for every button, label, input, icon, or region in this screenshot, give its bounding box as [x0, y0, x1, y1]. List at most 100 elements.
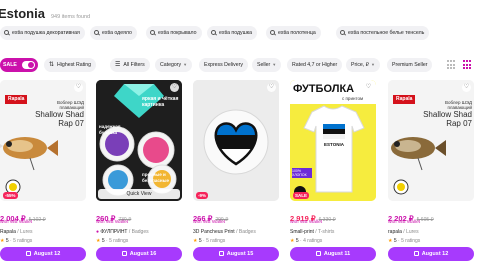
wallet-note: with WB Wallet — [193, 220, 226, 225]
lure-title: Shallow Shad Rap 07 — [35, 110, 84, 128]
cart-icon — [218, 250, 224, 256]
results-header: Estonia 949 items found — [0, 6, 90, 22]
suggestion-chip[interactable]: estia одеяло — [90, 26, 137, 40]
product-image[interactable]: ♡ -9% — [193, 80, 279, 201]
favorite-heart-icon[interactable]: ♡ — [364, 83, 373, 92]
heart-badge-image — [193, 80, 279, 201]
product-brand[interactable]: ФУЛПРИНТ — [100, 229, 127, 235]
product-image[interactable]: яркая и чёткая картинка надежная булавка… — [96, 80, 182, 201]
sale-toggle[interactable]: SALE — [0, 58, 38, 72]
delivery-date-button[interactable]: August 11 — [290, 247, 376, 261]
rating-filter[interactable]: Rated 4,7 or Higher — [287, 58, 343, 72]
product-brand[interactable]: Small-print — [290, 229, 314, 235]
suggestion-chip[interactable]: estia подушка — [207, 26, 258, 40]
tshirt-print-text: ESTONIA — [324, 142, 344, 147]
all-filters-button[interactable]: ☰ All Filters — [110, 58, 150, 72]
badge-feature-2: надежная булавка — [99, 124, 121, 135]
discount-badge: -55% — [3, 192, 18, 199]
badge-feature-1: яркая и чёткая картинка — [142, 96, 179, 108]
filter-bar: SALE ⇅ Highest Rating ☰ All Filters Catego… — [0, 58, 480, 72]
delivery-date-button[interactable]: August 12 — [388, 247, 474, 261]
search-icon — [211, 29, 216, 35]
lure-title: Shallow Shad Rap 07 — [423, 110, 472, 128]
search-icon — [340, 29, 345, 35]
badge-feature-3: прочные и безопасные — [142, 172, 169, 183]
lure-subtitle: Воблер ШЭД плавающий — [444, 100, 472, 110]
product-name[interactable]: Badges — [239, 229, 256, 235]
sale-switch[interactable] — [22, 61, 35, 69]
star-icon: ★ — [96, 238, 101, 244]
wallet-note: with WB Wallet — [388, 220, 421, 225]
verified-icon: ● — [96, 229, 100, 235]
rating-value: 5 — [5, 238, 9, 244]
rating-value: 5 — [393, 238, 397, 244]
sort-dropdown[interactable]: ⇅ Highest Rating — [44, 58, 97, 72]
sort-icon: ⇅ — [49, 62, 55, 68]
favorite-heart-icon[interactable]: ♡ — [170, 83, 179, 92]
rating-count: 5 ratings — [13, 238, 33, 244]
product-brand[interactable]: rapala — [388, 229, 402, 235]
category-filter[interactable]: Category ▼ — [155, 58, 193, 72]
suggestion-chip[interactable]: estia покрывало — [146, 26, 202, 40]
rating-count: 5 ratings — [206, 238, 226, 244]
rating-value: 5 — [101, 238, 105, 244]
wallet-note: with WB Wallet — [290, 220, 323, 225]
search-icon — [270, 29, 275, 35]
tshirt-title: ФУТБОЛКА — [293, 83, 355, 95]
quick-view-button[interactable]: Quick View — [98, 189, 180, 199]
cart-icon — [315, 250, 321, 256]
delivery-date-button[interactable]: August 15 — [193, 247, 279, 261]
chevron-down-icon: ▼ — [183, 62, 188, 67]
delivery-date-button[interactable]: August 16 — [96, 247, 182, 261]
product-name[interactable]: Badges — [132, 229, 149, 235]
wallet-note: with WB Wallet — [0, 220, 33, 225]
items-found-count: 949 items found — [50, 14, 91, 20]
suggestion-chip[interactable]: estia подушка декоративная — [0, 26, 85, 40]
star-icon: ★ — [290, 238, 295, 244]
rating-count: 5 ratings — [401, 238, 421, 244]
chevron-down-icon: ▼ — [272, 62, 277, 67]
rating-value: 5 — [295, 238, 299, 244]
delivery-date-button[interactable]: August 12 — [0, 247, 86, 261]
suggestion-chip[interactable]: estia полотенца — [266, 26, 321, 40]
product-brand[interactable]: 3D Pancheus Print — [193, 229, 235, 235]
express-delivery-filter[interactable]: Express Delivery — [199, 58, 248, 72]
search-icon — [150, 29, 155, 35]
suggestion-chips: estia подушка декоративная estia одеяло … — [0, 26, 480, 40]
search-icon — [94, 29, 99, 35]
favorite-heart-icon[interactable]: ♡ — [267, 83, 276, 92]
small-grid-view-icon[interactable] — [447, 60, 457, 70]
wallet-note: with WB Wallet — [96, 220, 129, 225]
favorite-heart-icon[interactable]: ♡ — [74, 83, 83, 92]
product-name[interactable]: Lures — [406, 229, 419, 235]
cart-icon — [25, 250, 31, 256]
star-icon: ★ — [0, 238, 5, 244]
cart-icon — [413, 250, 419, 256]
product-image[interactable]: Rapala Воблер ШЭД плавающий Shallow Shad… — [388, 80, 474, 201]
sliders-icon: ☰ — [115, 62, 121, 68]
product-image[interactable]: ФУТБОЛКА с принтом ESTONIA 100% ХЛОПОК ♡… — [290, 80, 376, 201]
search-icon — [4, 29, 9, 35]
tshirt-material: 100% ХЛОПОК — [292, 169, 307, 177]
premium-seller-filter[interactable]: Premium Seller — [387, 58, 433, 72]
star-icon: ★ — [388, 238, 393, 244]
sale-badge: SALE — [293, 192, 310, 199]
large-grid-view-icon[interactable] — [463, 60, 473, 70]
price-filter[interactable]: Price, ₽ ▼ — [346, 58, 380, 72]
suggestion-chip[interactable]: estia постельное белье тенсель — [336, 26, 430, 40]
seller-filter[interactable]: Seller ▼ — [252, 58, 282, 72]
favorite-heart-icon[interactable]: ♡ — [462, 83, 471, 92]
product-brand[interactable]: Rapala — [0, 229, 16, 235]
tshirt-subtitle: с принтом — [342, 96, 364, 101]
discount-badge: -9% — [196, 192, 209, 199]
lure-brand-logo: Rapala — [396, 96, 413, 102]
product-image[interactable]: Rapala Воблер ШЭД плавающий Shallow Shad… — [0, 80, 86, 201]
product-name[interactable]: Lures — [20, 229, 33, 235]
product-name[interactable]: T-shirts — [318, 229, 334, 235]
lure-brand-logo: Rapala — [8, 96, 25, 102]
rating-count: 5 ratings — [109, 238, 129, 244]
tshirt-image — [290, 80, 376, 201]
chevron-down-icon: ▼ — [371, 62, 375, 67]
lure-subtitle: Воблер ШЭД плавающий — [56, 100, 84, 110]
rating-value: 5 — [198, 238, 202, 244]
